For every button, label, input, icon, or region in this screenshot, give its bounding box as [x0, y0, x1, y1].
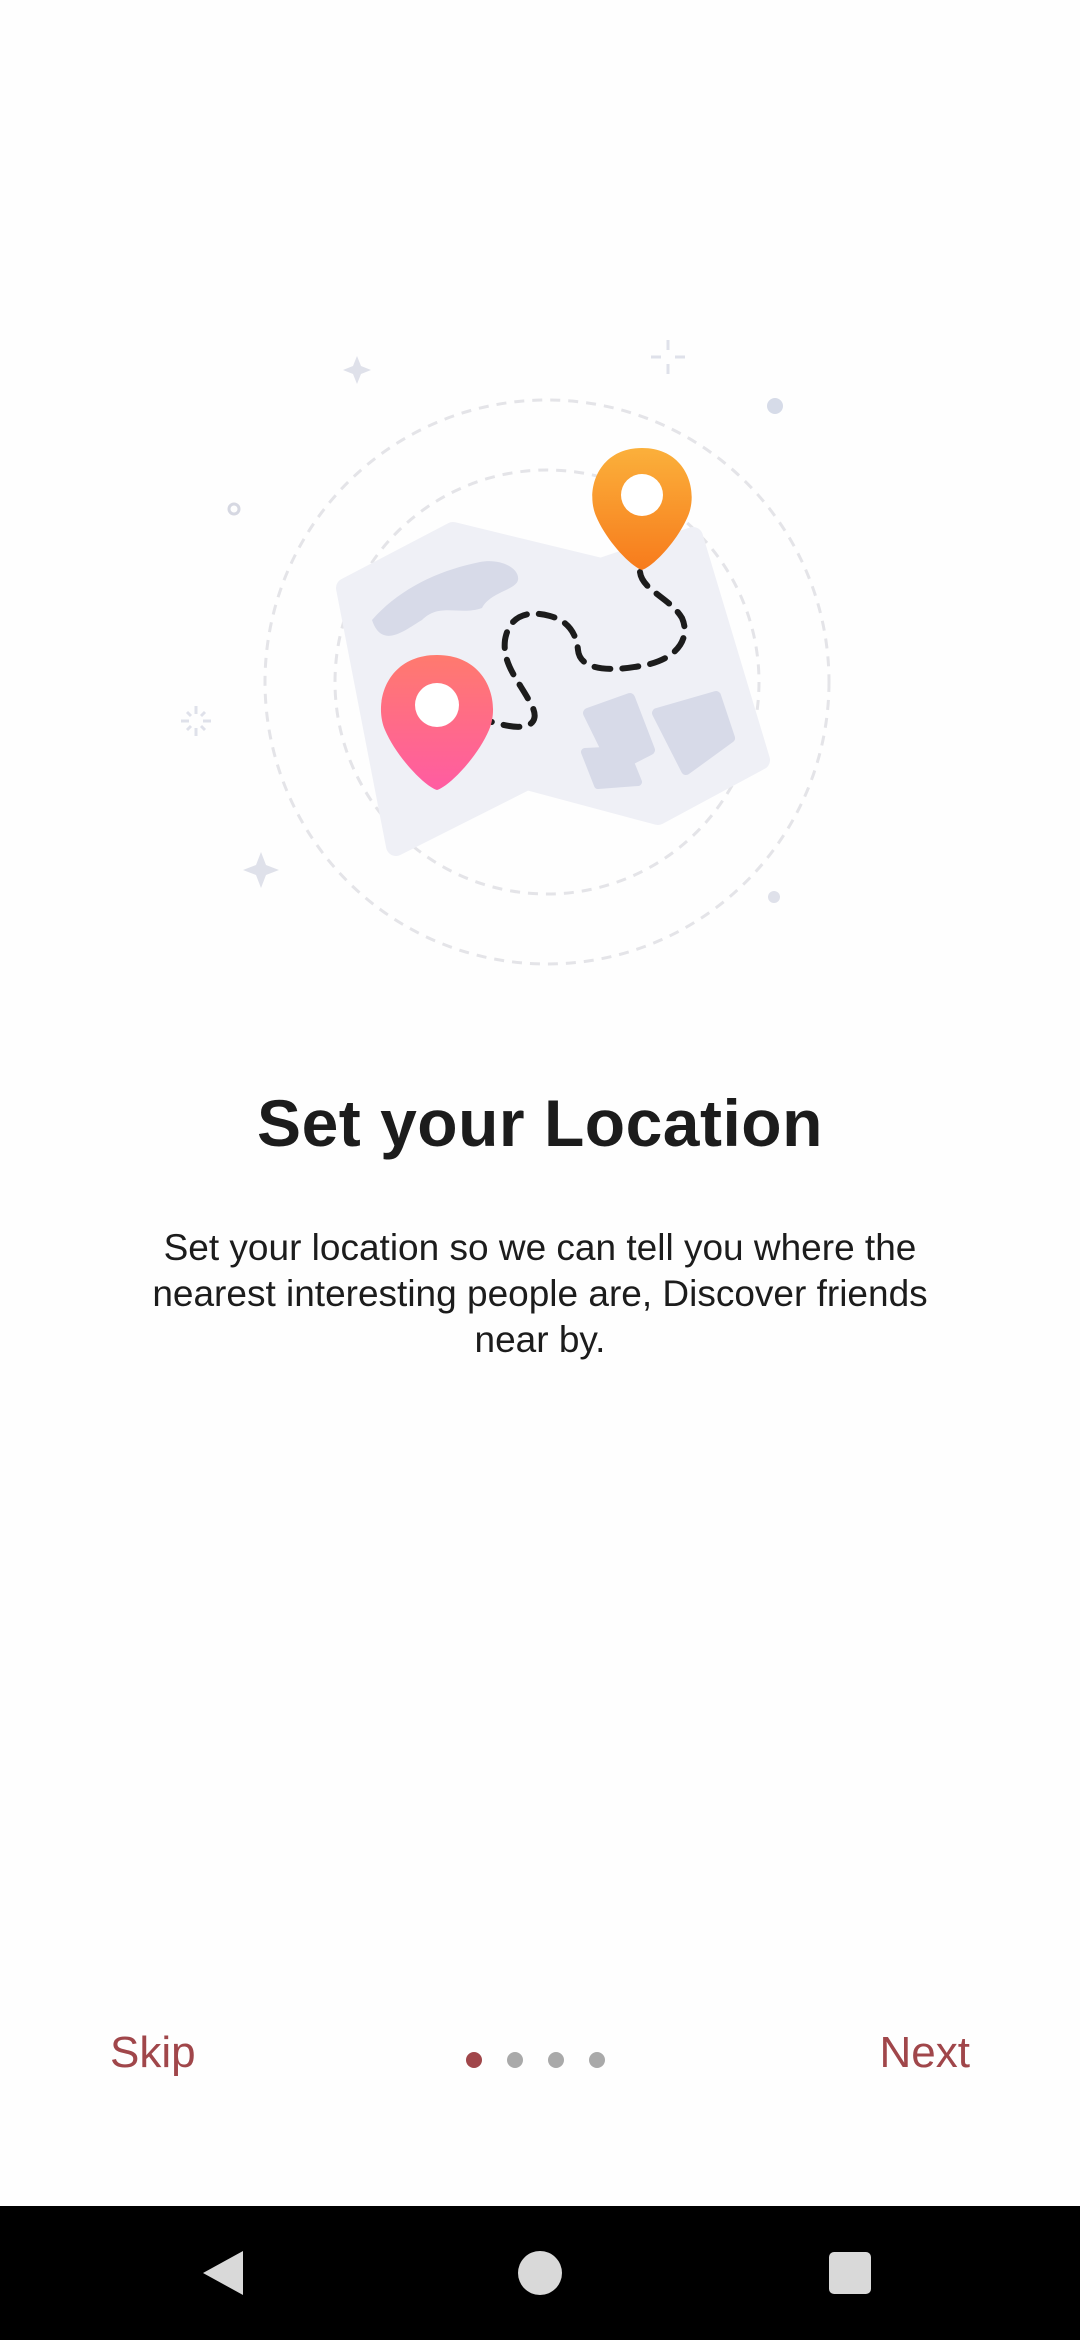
page-indicator — [466, 2052, 605, 2068]
sparkle-decoration — [243, 852, 279, 888]
recents-icon[interactable] — [829, 2252, 871, 2294]
page-dot — [507, 2052, 523, 2068]
page-dot — [589, 2052, 605, 2068]
next-button[interactable]: Next — [880, 2028, 970, 2078]
page-dot — [548, 2052, 564, 2068]
skip-button[interactable]: Skip — [110, 2028, 196, 2078]
page-dot-active — [466, 2052, 482, 2068]
ring-decoration — [227, 502, 241, 516]
page-description: Set your location so we can tell you whe… — [152, 1227, 928, 1360]
onboarding-screen: Set your Location Set your location so w… — [0, 0, 1080, 2340]
onboarding-controls: Skip Next — [0, 2020, 1080, 2100]
star-decoration — [651, 340, 685, 374]
back-icon[interactable] — [203, 2251, 243, 2295]
dot-decoration — [768, 891, 780, 903]
system-navigation-bar — [0, 2206, 1080, 2340]
sparkle-decoration — [343, 356, 371, 384]
map-land — [581, 746, 642, 789]
map-illustration — [181, 340, 831, 966]
page-title: Set your Location — [257, 1086, 823, 1160]
dot-decoration — [767, 398, 783, 414]
star-decoration — [181, 706, 211, 736]
home-icon[interactable] — [518, 2251, 562, 2295]
